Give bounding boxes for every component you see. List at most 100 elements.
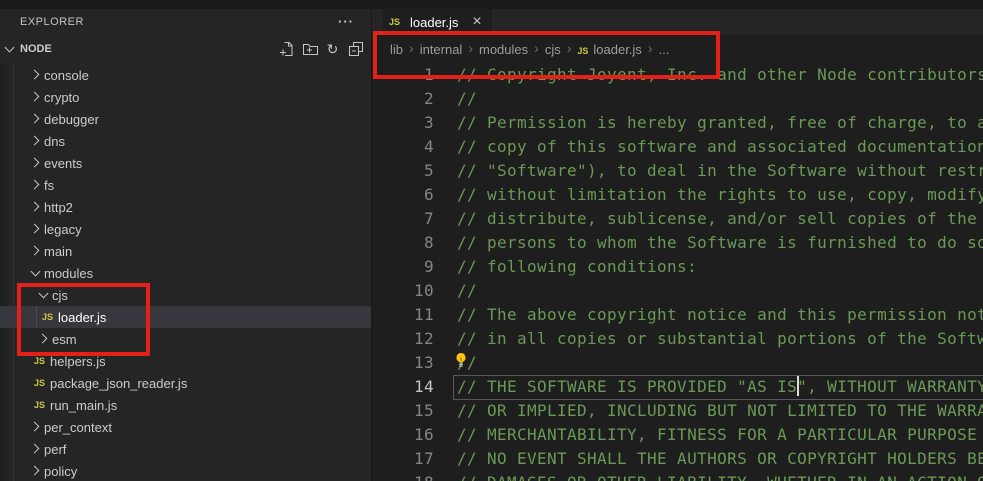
line-number[interactable]: 8	[372, 231, 434, 255]
tree-item-package-json-reader-js[interactable]: JSpackage_json_reader.js	[0, 372, 372, 394]
code-line-8[interactable]: 8 // persons to whom the Software is furn…	[372, 231, 983, 255]
breadcrumb-separator-icon: ›	[409, 40, 414, 56]
breadcrumb-item-cjs[interactable]: cjs	[545, 42, 561, 57]
js-file-icon: JS	[34, 378, 50, 388]
code-line-text[interactable]: // MERCHANTABILITY, FITNESS FOR A PARTIC…	[457, 423, 983, 447]
tree-item-loader-js[interactable]: JSloader.js	[0, 306, 372, 328]
breadcrumb-item-lib[interactable]: lib	[390, 42, 403, 57]
code-line-text[interactable]: // Permission is hereby granted, free of…	[457, 111, 983, 135]
code-line-5[interactable]: 5 // "Software"), to deal in the Software…	[372, 159, 983, 183]
code-line-text[interactable]: // distribute, sublicense, and/or sell c…	[457, 207, 983, 231]
code-line-16[interactable]: 16 // MERCHANTABILITY, FITNESS FOR A PART…	[372, 423, 983, 447]
tab-loader-js[interactable]: JS loader.js ×	[383, 9, 492, 35]
explorer-more-actions-icon[interactable]: ···	[336, 17, 356, 27]
refresh-icon[interactable]: ↻	[324, 41, 341, 58]
code-line-text[interactable]: // "Software"), to deal in the Software …	[457, 159, 983, 183]
code-line-text[interactable]: // NO EVENT SHALL THE AUTHORS OR COPYRIG…	[457, 447, 983, 471]
code-line-9[interactable]: 9 // following conditions:	[372, 255, 983, 279]
code-line-10[interactable]: 10 //	[372, 279, 983, 303]
tree-item-crypto[interactable]: crypto	[0, 86, 372, 108]
chevron-right-icon	[36, 331, 52, 347]
code-line-4[interactable]: 4 // copy of this software and associated…	[372, 135, 983, 159]
node-section-header[interactable]: NODE ↻	[0, 36, 372, 62]
code-line-1[interactable]: 1 // Copyright Joyent, Inc. and other Nod…	[372, 63, 983, 87]
code-line-15[interactable]: 15 // OR IMPLIED, INCLUDING BUT NOT LIMIT…	[372, 399, 983, 423]
breadcrumb-item--[interactable]: ...	[658, 42, 669, 57]
code-line-12[interactable]: 12 // in all copies or substantial portio…	[372, 327, 983, 351]
tab-label: loader.js	[410, 15, 458, 30]
js-file-icon: JS	[389, 17, 405, 27]
sidebar-editor-divider[interactable]	[371, 0, 372, 481]
new-file-icon[interactable]	[278, 41, 295, 58]
code-line-text[interactable]: // in all copies or substantial portions…	[457, 327, 983, 351]
line-number[interactable]: 9	[372, 255, 434, 279]
tree-item-helpers-js[interactable]: JShelpers.js	[0, 350, 372, 372]
line-number[interactable]: 3	[372, 111, 434, 135]
breadcrumb-item-loader-js[interactable]: JSloader.js	[577, 42, 641, 57]
tree-item-modules[interactable]: modules	[0, 262, 372, 284]
code-line-3[interactable]: 3 // Permission is hereby granted, free o…	[372, 111, 983, 135]
tree-item-events[interactable]: events	[0, 152, 372, 174]
tab-close-icon[interactable]: ×	[472, 14, 481, 30]
code-line-text[interactable]: // without limitation the rights to use,…	[457, 183, 983, 207]
code-line-18[interactable]: 18 // DAMAGES OR OTHER LIABILITY, WHETHER…	[372, 471, 983, 481]
tree-item-http2[interactable]: http2	[0, 196, 372, 218]
tree-item-per-context[interactable]: per_context	[0, 416, 372, 438]
line-number[interactable]: 7	[372, 207, 434, 231]
tree-item-perf[interactable]: perf	[0, 438, 372, 460]
code-line-text[interactable]: // Copyright Joyent, Inc. and other Node…	[457, 63, 983, 87]
tree-item-fs[interactable]: fs	[0, 174, 372, 196]
line-number[interactable]: 13	[372, 351, 434, 375]
tree-item-console[interactable]: console	[0, 64, 372, 86]
tree-item-label: esm	[52, 332, 77, 347]
code-line-14[interactable]: 14 // THE SOFTWARE IS PROVIDED "AS IS", W…	[372, 375, 983, 399]
file-tree: consolecryptodebuggerdnseventsfshttp2 leg…	[0, 64, 372, 481]
line-number[interactable]: 1	[372, 63, 434, 87]
tree-item-legacy[interactable]: legacy	[0, 218, 372, 240]
line-number[interactable]: 2	[372, 87, 434, 111]
tree-item-debugger[interactable]: debugger	[0, 108, 372, 130]
line-number[interactable]: 5	[372, 159, 434, 183]
new-folder-icon[interactable]	[301, 41, 318, 58]
code-line-17[interactable]: 17 // NO EVENT SHALL THE AUTHORS OR COPYR…	[372, 447, 983, 471]
code-line-text[interactable]: // copy of this software and associated …	[457, 135, 983, 159]
line-number[interactable]: 4	[372, 135, 434, 159]
tree-item-dns[interactable]: dns	[0, 130, 372, 152]
tree-item-main[interactable]: main	[0, 240, 372, 262]
tree-item-label: legacy	[44, 222, 82, 237]
vscode-window: EXPLORER ··· NODE	[0, 0, 983, 481]
line-number[interactable]: 6	[372, 183, 434, 207]
code-line-text[interactable]: // The above copyright notice and this p…	[457, 303, 983, 327]
line-number[interactable]: 17	[372, 447, 434, 471]
code-editor[interactable]: 1 // Copyright Joyent, Inc. and other Nod…	[372, 63, 983, 481]
tree-item-run-main-js[interactable]: JSrun_main.js	[0, 394, 372, 416]
code-line-11[interactable]: 11 // The above copyright notice and this…	[372, 303, 983, 327]
line-number[interactable]: 18	[372, 471, 434, 481]
line-number[interactable]: 14	[372, 375, 434, 399]
code-line-text[interactable]: // persons to whom the Software is furni…	[457, 231, 983, 255]
line-number[interactable]: 15	[372, 399, 434, 423]
tree-item-esm[interactable]: esm	[0, 328, 372, 350]
tree-item-policy[interactable]: policy	[0, 460, 372, 481]
line-number[interactable]: 16	[372, 423, 434, 447]
code-line-text[interactable]: // DAMAGES OR OTHER LIABILITY, WHETHER I…	[457, 471, 983, 481]
breadcrumb-item-modules[interactable]: modules	[479, 42, 528, 57]
collapse-all-icon[interactable]	[347, 41, 364, 58]
line-number[interactable]: 11	[372, 303, 434, 327]
chevron-right-icon	[28, 243, 44, 259]
code-line-text[interactable]: // following conditions:	[457, 255, 697, 279]
code-line-7[interactable]: 7 // distribute, sublicense, and/or sell …	[372, 207, 983, 231]
code-line-text[interactable]: // OR IMPLIED, INCLUDING BUT NOT LIMITED…	[457, 399, 983, 423]
code-line-text[interactable]: // THE SOFTWARE IS PROVIDED "AS IS", WIT…	[457, 375, 983, 399]
code-line-6[interactable]: 6 // without limitation the rights to use…	[372, 183, 983, 207]
code-line-text[interactable]: //	[457, 87, 477, 111]
chevron-right-icon	[28, 133, 44, 149]
code-line-2[interactable]: 2 //	[372, 87, 983, 111]
breadcrumb-item-internal[interactable]: internal	[420, 42, 463, 57]
tree-item-cjs[interactable]: cjs	[0, 284, 372, 306]
lightbulb-icon[interactable]	[453, 352, 469, 376]
chevron-right-icon	[28, 111, 44, 127]
code-line-text[interactable]: //	[457, 279, 477, 303]
line-number[interactable]: 10	[372, 279, 434, 303]
line-number[interactable]: 12	[372, 327, 434, 351]
